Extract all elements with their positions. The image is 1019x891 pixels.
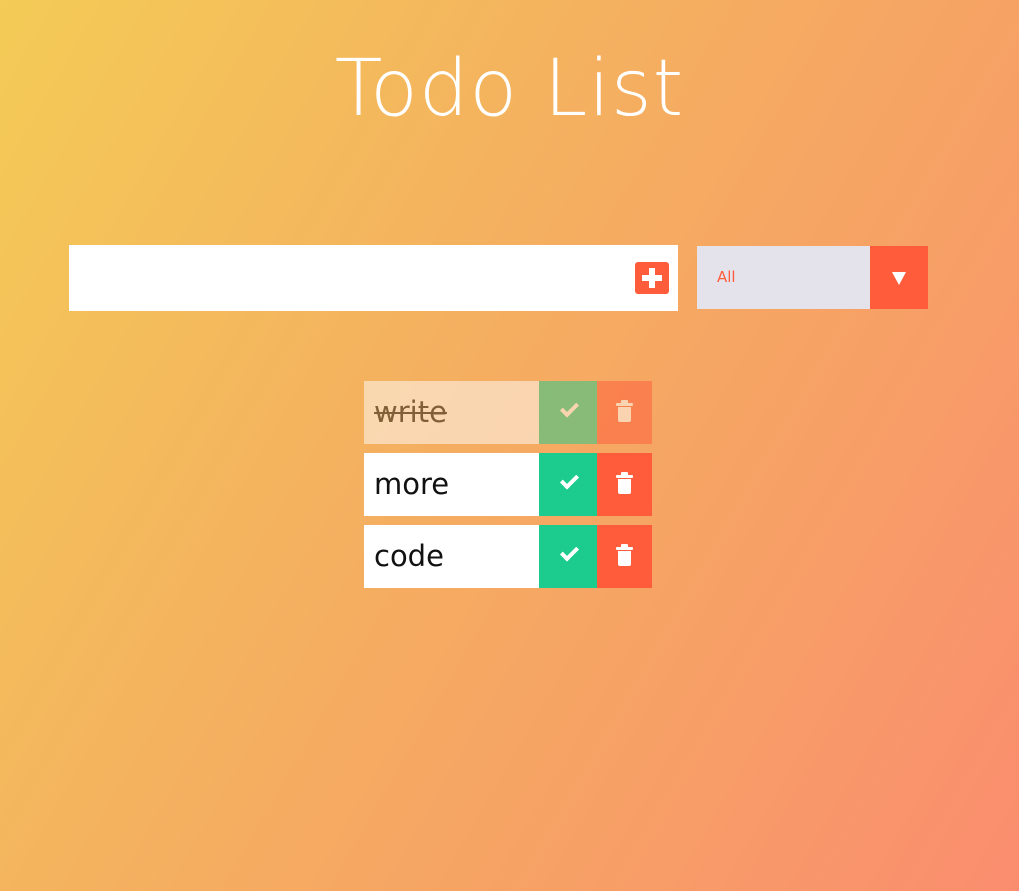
filter-selected-value: All xyxy=(717,268,736,286)
todo-item-text: code xyxy=(374,539,444,573)
todo-item-text: write xyxy=(374,395,447,429)
check-icon xyxy=(559,398,580,418)
complete-button[interactable] xyxy=(539,525,597,588)
trash-icon-lid xyxy=(616,475,633,478)
delete-button[interactable] xyxy=(597,453,652,516)
check-icon xyxy=(559,470,580,490)
todo-input[interactable] xyxy=(69,245,629,311)
plus-icon-vertical-bar xyxy=(649,268,655,288)
complete-button[interactable] xyxy=(539,381,597,444)
trash-icon-body xyxy=(618,479,631,494)
add-todo-button[interactable] xyxy=(635,262,669,294)
trash-icon-body xyxy=(618,407,631,422)
todo-item: more xyxy=(364,453,652,516)
trash-icon-lid xyxy=(616,403,633,406)
delete-button[interactable] xyxy=(597,381,652,444)
filter-dropdown-toggle[interactable] xyxy=(870,246,928,309)
trash-icon-body xyxy=(618,551,631,566)
caret-down-icon xyxy=(892,272,906,285)
page-title: Todo List xyxy=(334,44,685,134)
add-todo-form xyxy=(69,245,678,311)
filter-select[interactable]: All xyxy=(697,246,928,309)
todo-item: code xyxy=(364,525,652,588)
complete-button[interactable] xyxy=(539,453,597,516)
todo-item: write xyxy=(364,381,652,444)
todo-list: write more code xyxy=(364,381,652,597)
todo-item-text: more xyxy=(374,467,450,501)
delete-button[interactable] xyxy=(597,525,652,588)
trash-icon-lid xyxy=(616,547,633,550)
check-icon xyxy=(559,542,580,562)
